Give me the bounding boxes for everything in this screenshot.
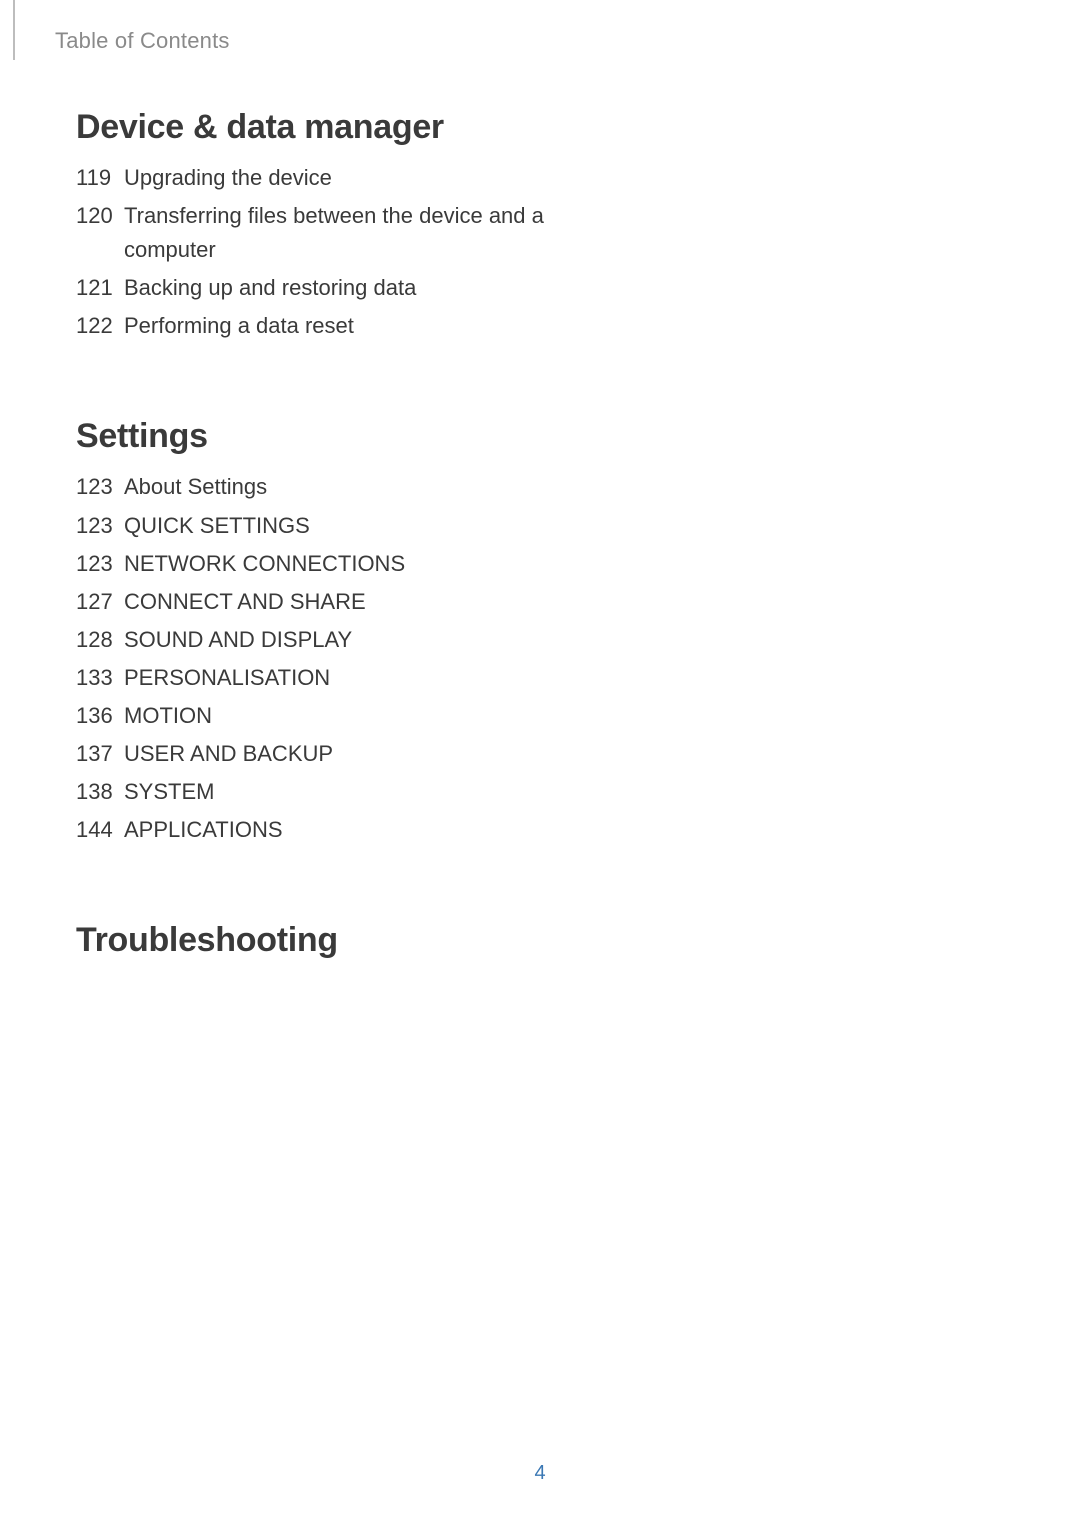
page-number: 4 bbox=[0, 1462, 1080, 1485]
toc-entry-text: QUICK SETTINGS bbox=[124, 509, 546, 543]
header-divider bbox=[13, 0, 15, 60]
toc-section-device-data-manager: Device & data manager 119 Upgrading the … bbox=[76, 108, 546, 343]
toc-entry-text: Backing up and restoring data bbox=[124, 271, 546, 305]
toc-entry-text: Performing a data reset bbox=[124, 309, 546, 343]
toc-entry[interactable]: 119 Upgrading the device bbox=[76, 161, 546, 195]
toc-entry[interactable]: 136 MOTION bbox=[76, 699, 546, 733]
toc-entry-text: SYSTEM bbox=[124, 775, 546, 809]
toc-section-settings: Settings 123 About Settings 123 QUICK SE… bbox=[76, 417, 546, 847]
toc-page-number: 137 bbox=[76, 737, 124, 771]
toc-page-number: 136 bbox=[76, 699, 124, 733]
toc-entry[interactable]: 121 Backing up and restoring data bbox=[76, 271, 546, 305]
toc-entry[interactable]: 137 USER AND BACKUP bbox=[76, 737, 546, 771]
toc-entry-text: CONNECT AND SHARE bbox=[124, 585, 546, 619]
toc-page-number: 121 bbox=[76, 271, 124, 305]
section-title[interactable]: Troubleshooting bbox=[76, 921, 546, 960]
toc-entry[interactable]: 123 About Settings bbox=[76, 470, 546, 504]
toc-page-number: 127 bbox=[76, 585, 124, 619]
toc-page-number: 122 bbox=[76, 309, 124, 343]
toc-entry-text: USER AND BACKUP bbox=[124, 737, 546, 771]
toc-entry[interactable]: 144 APPLICATIONS bbox=[76, 813, 546, 847]
toc-entry-text: NETWORK CONNECTIONS bbox=[124, 547, 546, 581]
toc-entry-text: SOUND AND DISPLAY bbox=[124, 623, 546, 657]
toc-entry[interactable]: 123 NETWORK CONNECTIONS bbox=[76, 547, 546, 581]
toc-page-number: 144 bbox=[76, 813, 124, 847]
toc-entry-text: Transferring files between the device an… bbox=[124, 199, 546, 267]
toc-entry[interactable]: 127 CONNECT AND SHARE bbox=[76, 585, 546, 619]
toc-section-troubleshooting: Troubleshooting bbox=[76, 921, 546, 960]
toc-content: Device & data manager 119 Upgrading the … bbox=[76, 108, 546, 1034]
toc-entry-text: Upgrading the device bbox=[124, 161, 546, 195]
toc-page-number: 120 bbox=[76, 199, 124, 233]
toc-page-number: 123 bbox=[76, 509, 124, 543]
toc-entry[interactable]: 138 SYSTEM bbox=[76, 775, 546, 809]
toc-entry[interactable]: 122 Performing a data reset bbox=[76, 309, 546, 343]
toc-page-number: 138 bbox=[76, 775, 124, 809]
toc-entry-text: APPLICATIONS bbox=[124, 813, 546, 847]
page-header: Table of Contents bbox=[55, 28, 230, 54]
section-title[interactable]: Settings bbox=[76, 417, 546, 456]
toc-page-number: 119 bbox=[76, 161, 124, 195]
toc-page-number: 123 bbox=[76, 470, 124, 504]
toc-page-number: 123 bbox=[76, 547, 124, 581]
toc-entry[interactable]: 128 SOUND AND DISPLAY bbox=[76, 623, 546, 657]
section-title[interactable]: Device & data manager bbox=[76, 108, 546, 147]
toc-entry[interactable]: 120 Transferring files between the devic… bbox=[76, 199, 546, 267]
toc-entry-text: MOTION bbox=[124, 699, 546, 733]
toc-entry-text: About Settings bbox=[124, 470, 546, 504]
toc-entry[interactable]: 123 QUICK SETTINGS bbox=[76, 509, 546, 543]
toc-page-number: 133 bbox=[76, 661, 124, 695]
toc-entry-text: PERSONALISATION bbox=[124, 661, 546, 695]
toc-page-number: 128 bbox=[76, 623, 124, 657]
toc-entry[interactable]: 133 PERSONALISATION bbox=[76, 661, 546, 695]
